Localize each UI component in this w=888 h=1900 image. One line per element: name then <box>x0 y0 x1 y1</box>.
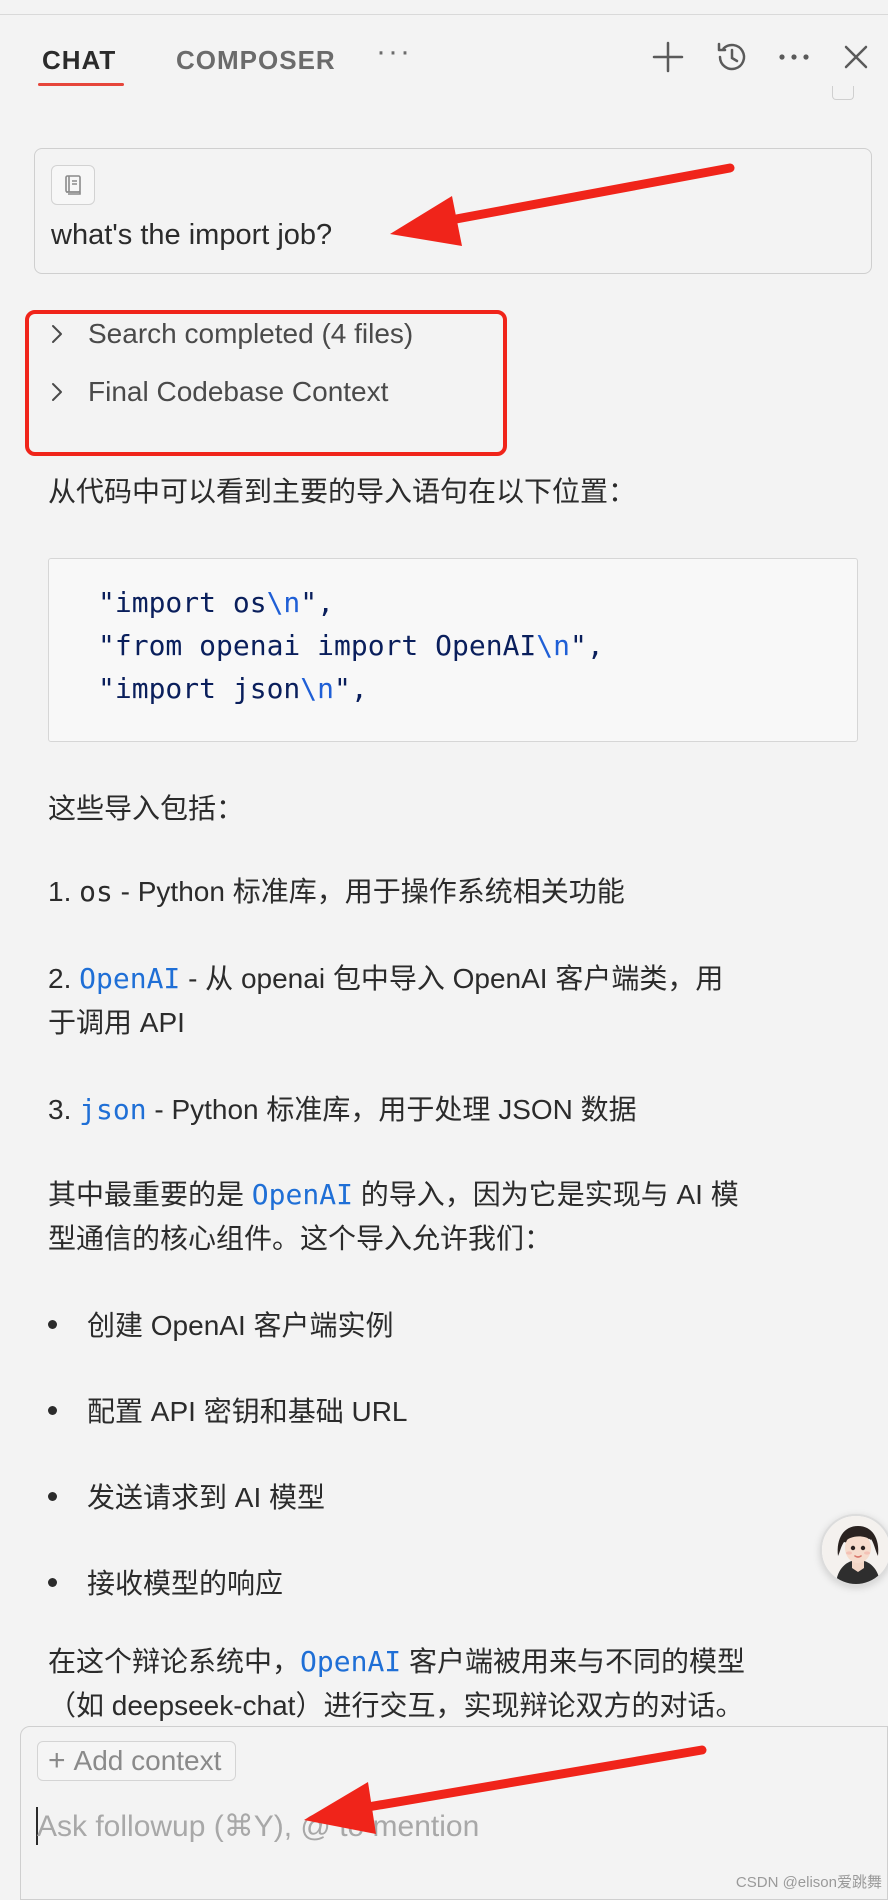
annotation-highlight-box <box>25 310 507 456</box>
bullet-dot <box>48 1577 57 1587</box>
code-link-openai[interactable]: OpenAI <box>252 1178 353 1211</box>
watermark: CSDN @elison爱跳舞 <box>735 1874 882 1891</box>
code-line: "import os\n", <box>98 586 335 619</box>
active-tab-indicator <box>38 83 124 86</box>
answer-intro: 从代码中可以看到主要的导入语句在以下位置： <box>48 476 637 507</box>
code-line: "from openai import OpenAI\n", <box>98 629 604 662</box>
avatar-portrait-icon <box>822 1516 888 1584</box>
user-message-text: what's the import job? <box>51 219 333 251</box>
more-icon <box>779 54 809 60</box>
bullet-item: 创建 OpenAI 客户端实例 <box>48 1304 394 1344</box>
code-link-openai[interactable]: OpenAI <box>79 962 180 995</box>
bullet-dot <box>48 1405 57 1415</box>
bullet-dot <box>48 1319 57 1329</box>
code-line: "import json\n", <box>98 672 368 705</box>
list-item: 1. os - Python 标准库，用于操作系统相关功能 <box>48 875 625 908</box>
tabs-more-button[interactable]: ··· <box>376 35 412 69</box>
tab-composer[interactable]: COMPOSER <box>176 45 336 76</box>
annotation-arrows <box>304 163 735 1834</box>
context-chip[interactable] <box>51 165 95 205</box>
code-link-openai[interactable]: OpenAI <box>300 1645 401 1678</box>
new-chat-button[interactable] <box>648 37 688 77</box>
bullet-item: 接收模型的响应 <box>48 1562 283 1602</box>
history-button[interactable] <box>712 37 752 77</box>
important-paragraph: 其中最重要的是 OpenAI 的导入，因为它是实现与 AI 模型通信的核心组件。… <box>48 1178 739 1254</box>
add-context-label: Add context <box>73 1745 222 1776</box>
add-context-button[interactable]: + Add context <box>37 1741 237 1781</box>
list-item: 2. OpenAI - 从 openai 包中导入 OpenAI 客户端类，用于… <box>48 962 724 1038</box>
history-icon <box>717 42 746 71</box>
bullet-item: 发送请求到 AI 模型 <box>48 1476 325 1516</box>
scroll-indicator <box>832 86 854 100</box>
bullet-item: 配置 API 密钥和基础 URL <box>48 1390 407 1430</box>
user-message[interactable]: what's the import job? <box>34 148 872 274</box>
tab-chat[interactable]: CHAT <box>42 45 116 76</box>
close-button[interactable] <box>836 37 876 77</box>
final-paragraph: 在这个辩论系统中，OpenAI 客户端被用来与不同的模型 （如 deepseek-… <box>48 1645 745 1721</box>
plus-icon <box>652 41 684 73</box>
more-options-button[interactable] <box>774 37 814 77</box>
assistant-avatar[interactable] <box>820 1514 888 1586</box>
includes-label: 这些导入包括： <box>48 793 245 824</box>
chat-header: CHAT COMPOSER ··· <box>0 15 888 103</box>
list-item: 3. json - Python 标准库，用于处理 JSON 数据 <box>48 1093 637 1126</box>
book-icon <box>65 175 81 195</box>
bullet-dot <box>48 1491 57 1501</box>
close-icon <box>844 45 868 69</box>
followup-input[interactable]: Ask followup (⌘Y), @ to mention <box>37 1809 479 1844</box>
plus-icon: + <box>48 1744 66 1777</box>
code-link-json[interactable]: json <box>79 1093 146 1126</box>
